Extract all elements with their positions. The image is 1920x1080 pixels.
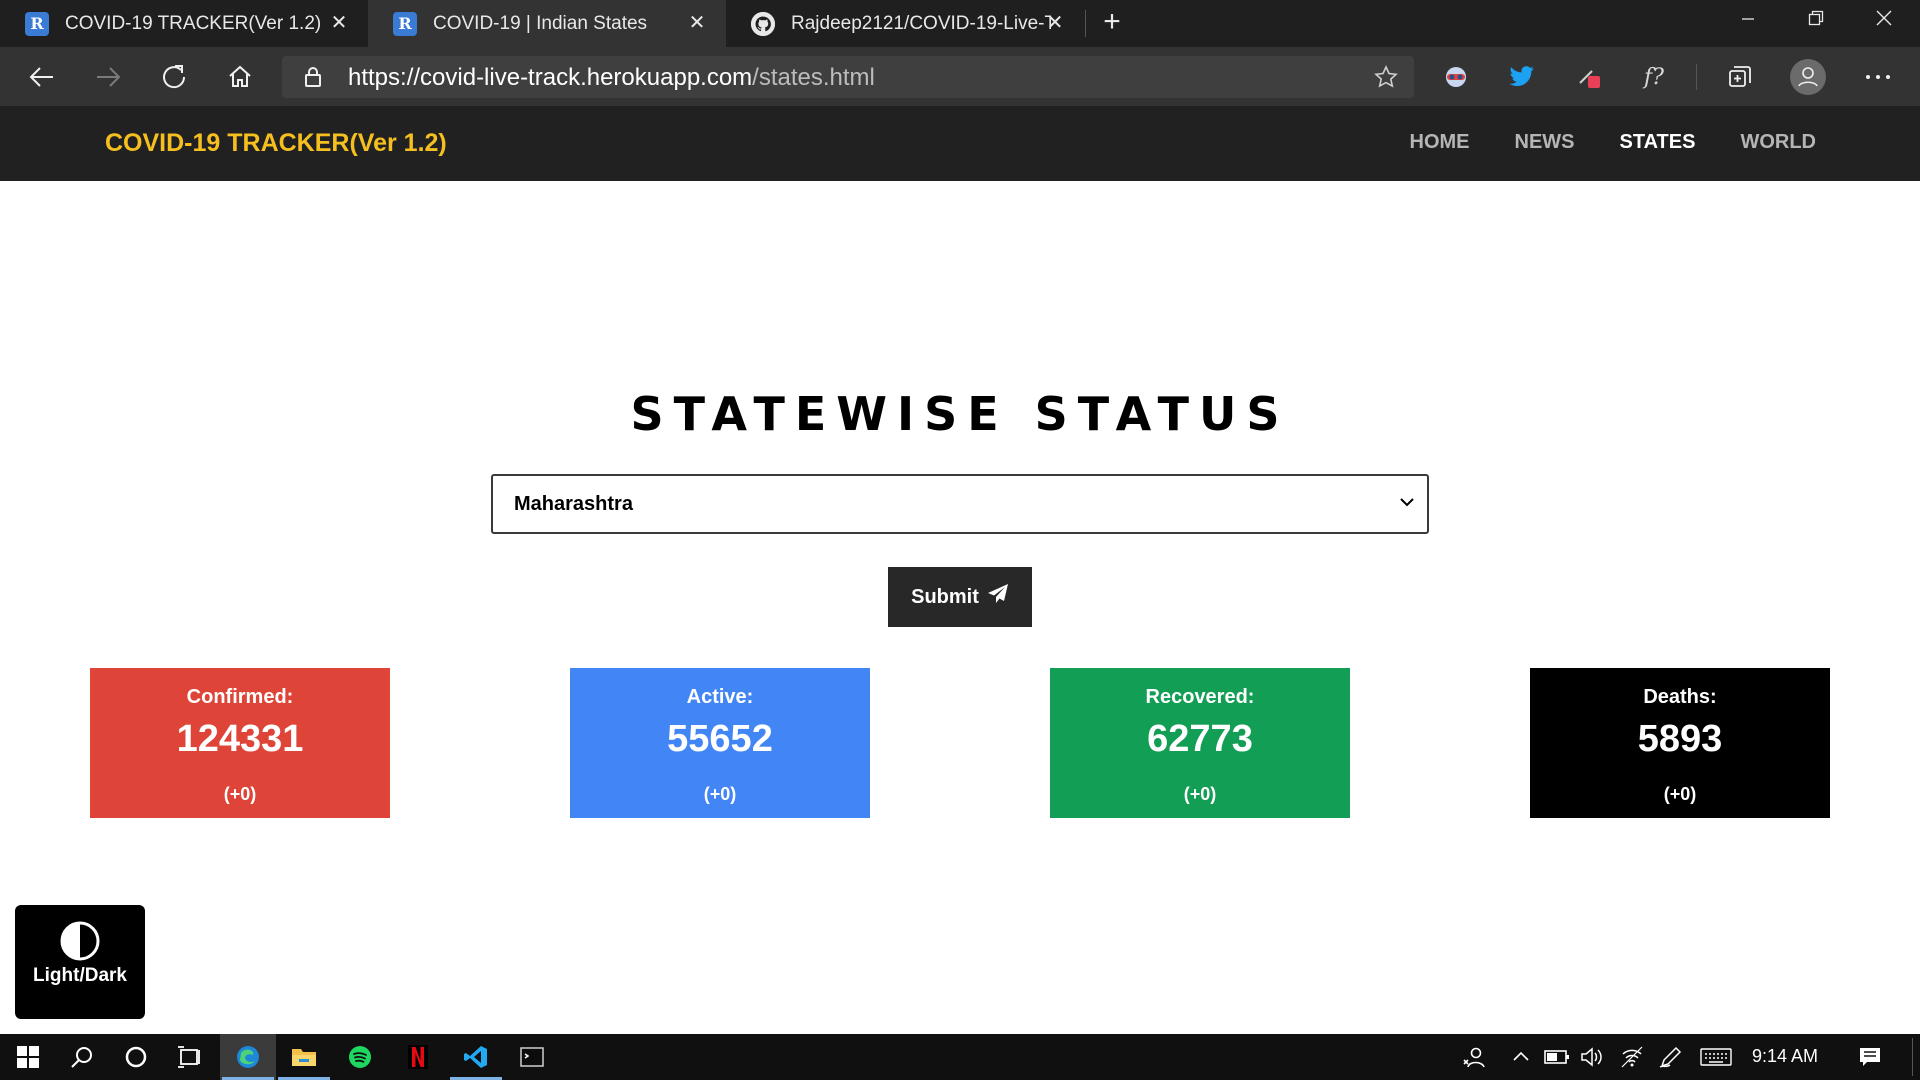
favorite-star-icon[interactable] <box>1374 65 1398 94</box>
tab-indian-states[interactable]: R COVID-19 | Indian States ✕ <box>368 0 726 47</box>
toolbar-divider <box>1696 64 1697 90</box>
url-host: https://covid-live-track.herokuapp.com <box>348 64 753 91</box>
profile-avatar[interactable] <box>1790 59 1826 95</box>
state-select[interactable]: Maharashtra <box>491 474 1429 534</box>
browser-tab-strip: R COVID-19 TRACKER(Ver 1.2) ✕ R COVID-19… <box>0 0 1920 47</box>
contrast-icon <box>59 920 101 967</box>
submit-button[interactable]: Submit <box>888 567 1032 627</box>
tab-github[interactable]: Rajdeep2121/COVID-19-Live-Tra ✕ <box>726 0 1084 47</box>
collections-icon[interactable] <box>1722 59 1758 95</box>
back-button[interactable] <box>24 59 60 95</box>
vscode-icon[interactable] <box>448 1034 504 1080</box>
close-tab-icon[interactable]: ✕ <box>1044 12 1066 34</box>
windows-taskbar: 9:14 AM <box>0 1034 1920 1080</box>
minimize-button[interactable] <box>1720 0 1776 36</box>
twitter-extension-icon[interactable] <box>1504 59 1540 95</box>
search-icon[interactable] <box>54 1034 110 1080</box>
more-menu-icon[interactable] <box>1860 59 1896 95</box>
windows-start-icon[interactable] <box>0 1034 56 1080</box>
nav-states[interactable]: STATES <box>1620 131 1696 154</box>
show-desktop-button[interactable] <box>1912 1038 1913 1076</box>
card-value: 62773 <box>1147 718 1253 760</box>
tab-divider <box>1085 10 1086 37</box>
refresh-button[interactable] <box>156 59 192 95</box>
tab-title: COVID-19 TRACKER(Ver 1.2) <box>65 12 322 34</box>
keyboard-icon[interactable] <box>1700 1048 1732 1071</box>
card-delta: (+0) <box>703 784 737 804</box>
font-finder-extension-icon[interactable]: f? <box>1636 59 1672 95</box>
volume-icon[interactable] <box>1580 1046 1604 1073</box>
state-select-value: Maharashtra <box>514 493 633 515</box>
covid-tracker-favicon-icon: R <box>25 11 49 36</box>
wifi-icon[interactable] <box>1620 1046 1644 1073</box>
netflix-icon[interactable] <box>390 1034 446 1080</box>
url-text: https://covid-live-track.herokuapp.com/s… <box>348 64 875 92</box>
restore-button[interactable] <box>1788 0 1844 36</box>
task-view-icon[interactable] <box>162 1034 218 1080</box>
page-title: STATEWISE STATUS <box>630 387 1290 441</box>
deaths-card: Deaths: 5893 (+0) <box>1530 668 1830 818</box>
tab-title: Rajdeep2121/COVID-19-Live-Tra <box>791 12 1051 34</box>
close-window-button[interactable] <box>1856 0 1912 36</box>
site-brand[interactable]: COVID-19 TRACKER(Ver 1.2) <box>105 129 447 158</box>
tab-title: COVID-19 | Indian States <box>433 12 648 34</box>
color-picker-extension-icon[interactable] <box>1572 59 1608 95</box>
card-label: Confirmed: <box>186 686 294 708</box>
pen-icon[interactable] <box>1658 1046 1682 1073</box>
card-label: Active: <box>686 686 754 708</box>
site-navbar: COVID-19 TRACKER(Ver 1.2) HOME NEWS STAT… <box>0 106 1920 181</box>
paper-plane-icon <box>987 583 1009 611</box>
home-button[interactable] <box>222 59 258 95</box>
card-value: 55652 <box>667 718 773 760</box>
chevron-down-icon <box>1399 495 1415 514</box>
taskbar-clock[interactable]: 9:14 AM <box>1752 1046 1818 1067</box>
spotify-icon[interactable] <box>332 1034 388 1080</box>
url-path: /states.html <box>752 64 875 91</box>
battery-icon[interactable] <box>1544 1049 1570 1070</box>
address-bar[interactable]: https://covid-live-track.herokuapp.com/s… <box>282 56 1414 98</box>
card-delta: (+0) <box>1663 784 1697 804</box>
extension-mask-icon[interactable] <box>1438 59 1474 95</box>
terminal-icon[interactable] <box>504 1034 560 1080</box>
card-value: 5893 <box>1637 718 1723 760</box>
new-tab-button[interactable]: + <box>1098 7 1126 38</box>
confirmed-card: Confirmed: 124331 (+0) <box>90 668 390 818</box>
tab-covid-tracker[interactable]: R COVID-19 TRACKER(Ver 1.2) ✕ <box>0 0 368 47</box>
forward-button[interactable] <box>90 59 126 95</box>
card-label: Recovered: <box>1145 686 1255 708</box>
cortana-icon[interactable] <box>108 1034 164 1080</box>
card-delta: (+0) <box>223 784 257 804</box>
card-value: 124331 <box>176 718 304 760</box>
browser-toolbar: https://covid-live-track.herokuapp.com/s… <box>0 47 1920 106</box>
card-delta: (+0) <box>1183 784 1217 804</box>
nav-news[interactable]: NEWS <box>1515 131 1575 154</box>
nav-world[interactable]: WORLD <box>1740 131 1816 154</box>
active-card: Active: 55652 (+0) <box>570 668 870 818</box>
theme-toggle-label: Light/Dark <box>33 965 127 986</box>
people-icon[interactable] <box>1462 1046 1486 1073</box>
card-label: Deaths: <box>1643 686 1717 708</box>
theme-toggle-button[interactable]: Light/Dark <box>15 905 145 1019</box>
github-icon <box>751 11 775 36</box>
close-tab-icon[interactable]: ✕ <box>328 12 350 34</box>
chevron-up-icon[interactable] <box>1512 1049 1530 1068</box>
notifications-icon[interactable] <box>1858 1046 1882 1073</box>
nav-home[interactable]: HOME <box>1410 131 1470 154</box>
submit-label: Submit <box>911 585 979 608</box>
close-tab-icon[interactable]: ✕ <box>686 12 708 34</box>
file-explorer-icon[interactable] <box>276 1034 332 1080</box>
site-nav-links: HOME NEWS STATES WORLD <box>1410 131 1816 154</box>
edge-icon[interactable] <box>220 1034 276 1080</box>
covid-tracker-favicon-icon: R <box>393 11 417 36</box>
lock-icon[interactable] <box>304 66 322 93</box>
recovered-card: Recovered: 62773 (+0) <box>1050 668 1350 818</box>
